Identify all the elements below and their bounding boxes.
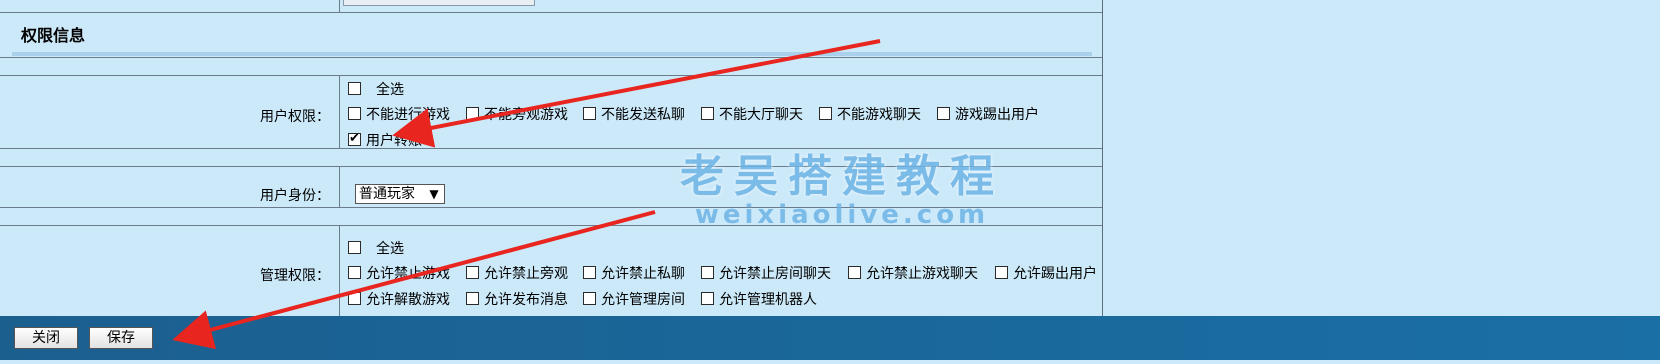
checkbox-user-transfer[interactable] [348,130,361,148]
divider [0,57,1102,58]
checkbox-allow-ban-watch[interactable] [466,266,479,279]
watermark: 老吴搭建教程 weixiaolive.com [680,140,1004,230]
checkbox-allow-ban-room-chat[interactable] [701,266,714,279]
checkbox-cannot-watch-game[interactable] [466,107,479,120]
option-label: 不能发送私聊 [601,107,685,123]
divider [0,75,1102,76]
divider [0,12,1102,13]
checkbox-allow-manage-robot[interactable] [701,292,714,305]
option-label: 不能大厅聊天 [719,107,803,123]
checkbox-allow-publish-message[interactable] [466,292,479,305]
user-permissions-select-all-checkbox[interactable] [348,82,361,95]
option-label: 允许管理房间 [601,292,685,308]
user-permissions-select-all-label: 全选 [376,82,404,98]
option-label: 不能旁观游戏 [484,107,568,123]
checkbox-cannot-send-private-chat[interactable] [583,107,596,120]
watermark-title: 老吴搭建教程 [680,151,1004,202]
option-label: 允许禁止房间聊天 [719,266,831,282]
chevron-down-icon: ▼ [429,187,439,201]
checkbox-cannot-game-chat[interactable] [819,107,832,120]
option-label: 不能进行游戏 [366,107,450,123]
checkbox-allow-dissolve-game[interactable] [348,292,361,305]
checkbox-allow-manage-room[interactable] [583,292,596,305]
admin-permissions-select-all-checkbox[interactable] [348,241,361,254]
top-input-field[interactable] [343,0,535,6]
column-divider [339,75,340,148]
user-identity-select[interactable]: 普通玩家 ▼ [355,184,445,204]
checkbox-game-kick-user[interactable] [937,107,950,120]
footer-bar [0,316,1660,360]
checkbox-allow-kick-user[interactable] [995,266,1008,279]
option-label: 允许发布消息 [484,292,568,308]
option-label: 用户转账 [366,133,422,149]
user-identity-selected-value: 普通玩家 [359,186,415,202]
checkbox-allow-ban-game-chat[interactable] [848,266,861,279]
save-button[interactable]: 保存 [89,327,153,349]
watermark-url: weixiaolive.com [694,200,990,230]
option-label: 不能游戏聊天 [837,107,921,123]
admin-permissions-label: 管理权限： [260,268,330,284]
option-label: 允许禁止游戏 [366,266,450,282]
section-title: 权限信息 [21,26,86,45]
checkbox-cannot-lobby-chat[interactable] [701,107,714,120]
close-button[interactable]: 关闭 [14,327,78,349]
option-label: 允许禁止旁观 [484,266,568,282]
column-divider [339,166,340,207]
option-label: 游戏踢出用户 [955,107,1039,123]
option-label: 允许管理机器人 [719,292,817,308]
user-permissions-label: 用户权限： [260,109,330,125]
option-label: 允许禁止游戏聊天 [866,266,978,282]
column-divider [339,225,340,316]
option-label: 允许踢出用户 [1013,266,1097,282]
checkbox-cannot-play-game[interactable] [348,107,361,120]
checkbox-allow-ban-game[interactable] [348,266,361,279]
column-divider [339,0,340,12]
option-label: 允许禁止私聊 [601,266,685,282]
checkbox-allow-ban-private-chat[interactable] [583,266,596,279]
section-title-underline [12,52,1092,56]
user-identity-label: 用户身份： [260,188,330,204]
option-label: 允许解散游戏 [366,292,450,308]
admin-permissions-select-all-label: 全选 [376,241,404,257]
